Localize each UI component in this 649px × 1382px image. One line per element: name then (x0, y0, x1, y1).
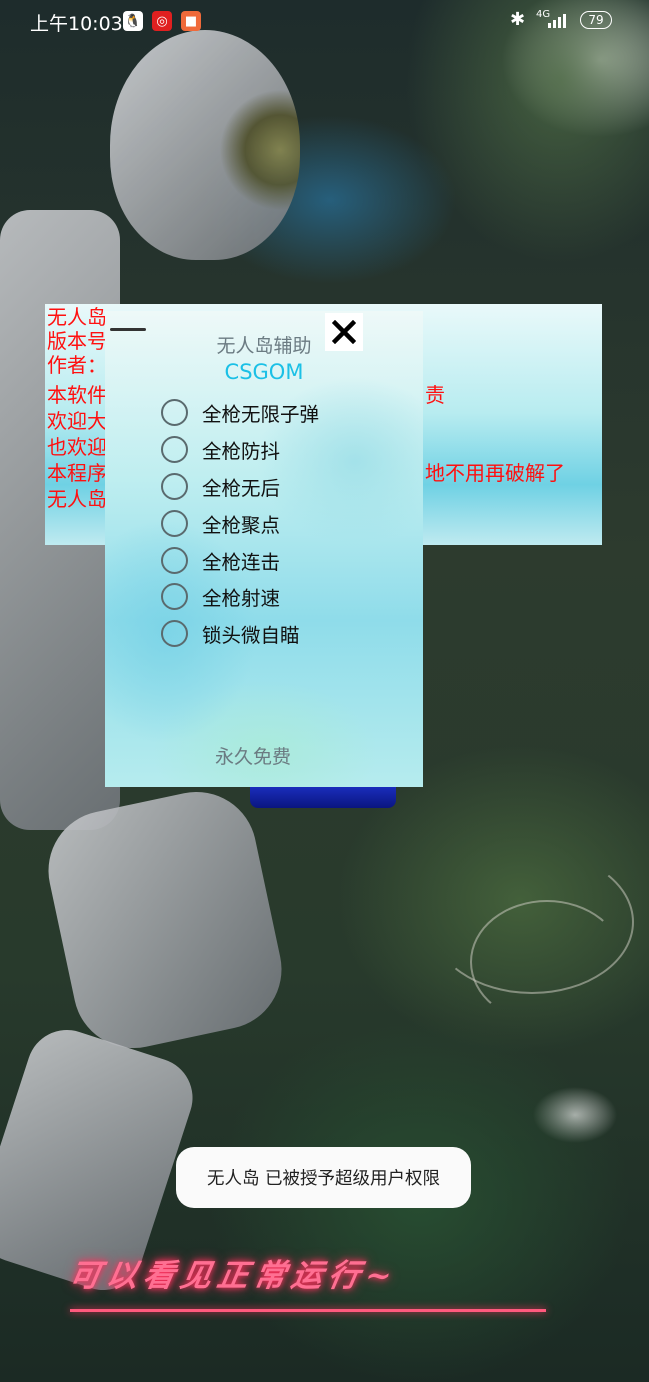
astronaut-helmet (110, 30, 300, 260)
option-label: 全枪射速 (202, 587, 281, 611)
neon-underline (70, 1309, 546, 1312)
option-fire-rate[interactable]: 全枪射速 (161, 578, 319, 615)
option-label: 全枪无后 (202, 476, 281, 500)
dialog-title: 无人岛辅助 (216, 335, 312, 357)
status-time: 上午10:03 (30, 13, 123, 35)
radio-button[interactable] (161, 472, 188, 500)
toast-message: 无人岛 已被授予超级用户权限 (176, 1147, 471, 1208)
info-line: 本程序 (47, 461, 107, 485)
radio-button[interactable] (161, 583, 188, 611)
option-label: 全枪防抖 (202, 439, 281, 463)
option-label: 全枪聚点 (202, 513, 281, 537)
option-headlock-aim[interactable]: 锁头微自瞄 (161, 615, 319, 652)
floating-tab[interactable] (250, 787, 396, 808)
radio-button[interactable] (161, 398, 188, 426)
neon-caption: 可以看见正常运行~ (66, 1258, 401, 1294)
radio-button[interactable] (161, 509, 188, 537)
info-line: 欢迎大 (47, 409, 107, 433)
cheat-menu-dialog: 无人岛辅助 CSGOM 全枪无限子弹 全枪防抖 全枪无后 全枪聚点 全枪连击 全… (105, 311, 423, 787)
info-line-tail: 责 (425, 383, 445, 407)
toast-text: 无人岛 已被授予超级用户权限 (206, 1169, 441, 1189)
info-line: 版本号 (47, 329, 107, 353)
status-bar: 上午10:03 🐧 ◎ ■ ✱ 4G 79 (0, 0, 649, 42)
netease-music-icon: ◎ (152, 11, 172, 31)
info-line: 无人岛 (47, 487, 107, 511)
info-line-tail: 地不用再破解了 (425, 461, 565, 485)
option-list: 全枪无限子弹 全枪防抖 全枪无后 全枪聚点 全枪连击 全枪射速 锁头微自瞄 (161, 394, 319, 652)
battery-icon: 79 (580, 11, 612, 29)
valley-road (470, 900, 624, 1024)
dialog-subtitle: CSGOM (224, 360, 304, 384)
qq-icon: 🐧 (123, 11, 143, 31)
option-label: 全枪连击 (202, 550, 281, 574)
info-line: 本软件 (47, 383, 107, 407)
radio-button[interactable] (161, 546, 188, 574)
bluetooth-icon: ✱ (510, 9, 526, 30)
info-line: 作者： (47, 353, 107, 377)
signal-icon (548, 14, 566, 28)
option-label: 锁头微自瞄 (202, 624, 300, 648)
option-no-recoil[interactable]: 全枪无后 (161, 468, 319, 505)
option-label: 全枪无限子弹 (202, 402, 320, 426)
dialog-footer: 永久免费 (214, 746, 291, 768)
info-line: 也欢迎 (47, 435, 107, 459)
option-infinite-ammo[interactable]: 全枪无限子弹 (161, 394, 319, 431)
radio-button[interactable] (161, 435, 188, 463)
option-anti-shake[interactable]: 全枪防抖 (161, 431, 319, 468)
option-focus-point[interactable]: 全枪聚点 (161, 505, 319, 542)
option-combo-fire[interactable]: 全枪连击 (161, 542, 319, 579)
video-icon: ■ (181, 11, 201, 31)
info-line: 无人岛 (47, 305, 107, 329)
radio-button[interactable] (161, 620, 188, 648)
